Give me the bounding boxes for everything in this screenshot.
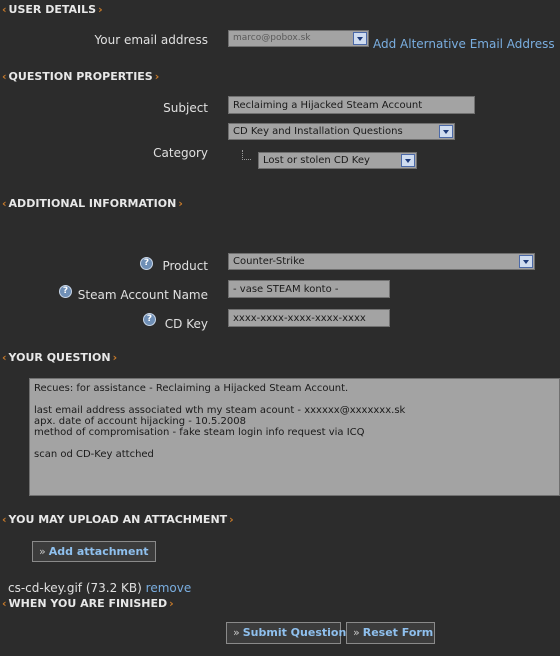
help-icon[interactable]: ? [143, 313, 156, 326]
add-attachment-button[interactable]: » Add attachment [32, 541, 156, 562]
chevron-down-icon [401, 154, 415, 167]
section-header-when-finished: ‹ WHEN YOU ARE FINISHED › [2, 597, 174, 610]
section-header-upload-attachment: ‹ YOU MAY UPLOAD AN ATTACHMENT › [2, 513, 234, 526]
chevron-right-icon: › [169, 597, 174, 610]
chevron-left-icon: ‹ [2, 513, 7, 526]
section-header-additional-information: ‹ ADDITIONAL INFORMATION › [2, 197, 183, 210]
question-line [34, 394, 555, 405]
question-line: apx. date of account hijacking - 10.5.20… [34, 416, 246, 427]
chevron-right-icon: › [229, 513, 234, 526]
remove-attachment-link[interactable]: remove [146, 581, 192, 595]
chevron-right-icon: › [154, 70, 160, 83]
section-header-question-properties: ‹ QUESTION PROPERTIES › [2, 70, 160, 83]
question-line: scan od CD-Key attched [34, 449, 154, 460]
chevron-down-icon [519, 255, 533, 268]
attachment-file: cs-cd-key.gif (73.2 KB) remove [8, 581, 191, 595]
category-label: Category [153, 146, 208, 160]
subcategory-select[interactable]: Lost or stolen CD Key [258, 152, 417, 169]
reset-form-button[interactable]: » Reset Form [346, 622, 435, 644]
cd-key-input[interactable]: xxxx-xxxx-xxxx-xxxx-xxxx [228, 309, 390, 327]
chevron-down-icon [353, 32, 367, 45]
help-icon[interactable]: ? [140, 257, 153, 270]
section-header-user-details: ‹ USER DETAILS › [2, 3, 103, 16]
chevron-right-icon: › [112, 351, 118, 364]
email-select[interactable]: marco@pobox.sk [228, 30, 369, 47]
question-line [34, 438, 555, 449]
subject-input[interactable]: Reclaiming a Hijacked Steam Account [228, 96, 475, 114]
submit-question-button[interactable]: » Submit Question [226, 622, 346, 644]
chevron-down-icon [439, 125, 453, 138]
double-chevron-icon: » [353, 626, 360, 639]
section-header-your-question: ‹ YOUR QUESTION › [2, 351, 118, 364]
chevron-left-icon: ‹ [2, 197, 7, 210]
add-alternative-email-link[interactable]: Add Alternative Email Address [373, 37, 555, 51]
product-label: Product [162, 259, 208, 273]
product-select[interactable]: Counter-Strike [228, 253, 535, 270]
steam-account-input[interactable]: - vase STEAM konto - [228, 280, 390, 298]
chevron-right-icon: › [98, 3, 103, 16]
question-line: method of compromisation - fake steam lo… [34, 427, 365, 438]
question-line: Recues: for assistance - Reclaiming a Hi… [34, 383, 349, 394]
steam-account-label: Steam Account Name [77, 288, 208, 302]
question-line: last email address associated wth my ste… [34, 405, 406, 416]
double-chevron-icon: » [39, 545, 46, 558]
cd-key-label: CD Key [164, 317, 208, 331]
category-select[interactable]: CD Key and Installation Questions [228, 123, 455, 140]
chevron-right-icon: › [178, 197, 183, 210]
double-chevron-icon: » [233, 626, 240, 639]
attachment-file-name: cs-cd-key.gif (73.2 KB) [8, 581, 142, 595]
chevron-left-icon: ‹ [2, 597, 7, 610]
chevron-left-icon: ‹ [2, 70, 7, 83]
email-label: Your email address [94, 33, 208, 47]
chevron-left-icon: ‹ [2, 351, 7, 364]
help-icon[interactable]: ? [59, 285, 72, 298]
tree-connector [242, 150, 251, 160]
chevron-left-icon: ‹ [2, 3, 7, 16]
subject-label: Subject [163, 101, 208, 115]
question-textarea[interactable]: Recues: for assistance - Reclaiming a Hi… [29, 378, 560, 496]
